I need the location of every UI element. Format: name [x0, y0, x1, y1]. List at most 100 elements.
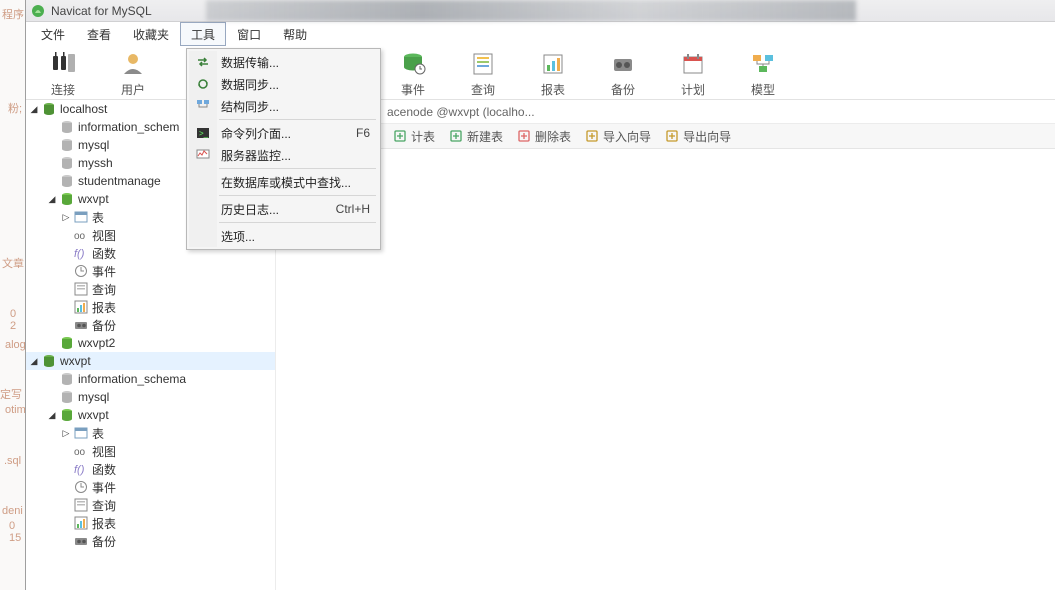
db-icon: [58, 390, 76, 404]
tree-node-报表[interactable]: 报表: [26, 298, 275, 316]
chevron-down-icon[interactable]: ◢: [46, 194, 58, 205]
tree-node-函数[interactable]: 函数: [26, 460, 275, 478]
chevron-right-icon[interactable]: ▷: [60, 212, 72, 223]
tree-node-事件[interactable]: 事件: [26, 478, 275, 496]
action-label: 计表: [411, 128, 435, 145]
toolbar-用户[interactable]: 用户: [98, 48, 168, 98]
delete-icon: [517, 129, 531, 143]
menubar: 文件查看收藏夹工具窗口帮助: [26, 22, 1055, 46]
chevron-down-icon[interactable]: ◢: [46, 410, 58, 421]
app-icon: [31, 4, 45, 18]
tree-label: wxvpt2: [78, 336, 115, 350]
action-计表[interactable]: 计表: [393, 128, 435, 145]
menu-窗口[interactable]: 窗口: [226, 22, 272, 46]
app-title: Navicat for MySQL: [51, 4, 152, 18]
export-icon: [665, 129, 679, 143]
menu-separator: [219, 195, 376, 196]
table-icon: [72, 210, 90, 224]
toolbar-连接[interactable]: 连接: [28, 48, 98, 98]
toolbar-label: 用户: [121, 81, 145, 98]
tree-node-表[interactable]: ▷表: [26, 424, 275, 442]
tree-node-wxvpt2[interactable]: wxvpt2: [26, 334, 275, 352]
gutter-text: 0 15: [9, 520, 25, 544]
tree-label: 查询: [92, 281, 116, 298]
tree-node-wxvpt[interactable]: ◢wxvpt: [26, 352, 275, 370]
menu-item-选项[interactable]: 选项...: [189, 225, 378, 247]
chevron-down-icon[interactable]: ◢: [28, 104, 40, 115]
action-删除表[interactable]: 删除表: [517, 128, 571, 145]
func-icon: [72, 462, 90, 476]
tree-node-information_schema[interactable]: information_schema: [26, 370, 275, 388]
db-icon: [58, 138, 76, 152]
tree-node-查询[interactable]: 查询: [26, 280, 275, 298]
breadcrumb-text: acenode @wxvpt (localho...: [387, 105, 535, 119]
tree-label: 表: [92, 209, 104, 226]
tree-node-事件[interactable]: 事件: [26, 262, 275, 280]
tree-node-查询[interactable]: 查询: [26, 496, 275, 514]
menu-item-历史日志[interactable]: 历史日志...Ctrl+H: [189, 198, 378, 220]
menu-工具[interactable]: 工具: [180, 22, 226, 46]
menu-item-label: 结构同步...: [221, 98, 279, 115]
toolbar-报表[interactable]: 报表: [518, 48, 588, 98]
action-导入向导[interactable]: 导入向导: [585, 128, 651, 145]
menu-item-label: 服务器监控...: [221, 147, 291, 164]
tree-label: 事件: [92, 479, 116, 496]
tree-node-视图[interactable]: 视图: [26, 442, 275, 460]
menu-item-服务器监控[interactable]: 服务器监控...: [189, 144, 378, 166]
backup-small-icon: [72, 318, 90, 332]
action-导出向导[interactable]: 导出向导: [665, 128, 731, 145]
db-open-icon: [58, 408, 76, 422]
toolbar-label: 事件: [401, 81, 425, 98]
action-label: 删除表: [535, 128, 571, 145]
gutter-text: .sql: [4, 455, 21, 467]
gutter-text: 程序: [2, 6, 24, 22]
server-icon: [40, 102, 58, 116]
menu-item-数据同步[interactable]: 数据同步...: [189, 73, 378, 95]
menu-item-在数据库或模式中查找[interactable]: 在数据库或模式中查找...: [189, 171, 378, 193]
menu-文件[interactable]: 文件: [30, 22, 76, 46]
tree-node-mysql[interactable]: mysql: [26, 388, 275, 406]
tree-label: wxvpt: [78, 192, 109, 206]
toolbar-模型[interactable]: 模型: [728, 48, 798, 98]
action-label: 导出向导: [683, 128, 731, 145]
tree-label: localhost: [60, 102, 107, 116]
action-新建表[interactable]: 新建表: [449, 128, 503, 145]
toolbar-计划[interactable]: 计划: [658, 48, 728, 98]
menu-item-label: 数据传输...: [221, 54, 279, 71]
tree-label: 视图: [92, 443, 116, 460]
menu-item-数据传输[interactable]: 数据传输...: [189, 51, 378, 73]
server-icon: [40, 354, 58, 368]
tools-menu-dropdown: 数据传输... 数据同步... 结构同步... 命令列介面...F6 服务器监控... 在…: [186, 48, 381, 250]
chevron-down-icon[interactable]: ◢: [28, 356, 40, 367]
chevron-right-icon[interactable]: ▷: [60, 428, 72, 439]
tree-label: mysql: [78, 138, 109, 152]
toolbar-事件[interactable]: 事件: [378, 48, 448, 98]
menu-收藏夹[interactable]: 收藏夹: [122, 22, 180, 46]
gutter-text: alog: [5, 339, 26, 351]
tree-node-wxvpt[interactable]: ◢wxvpt: [26, 406, 275, 424]
gutter-text: 粉;: [8, 100, 22, 116]
titlebar[interactable]: Navicat for MySQL: [26, 0, 1055, 22]
event-small-icon: [72, 480, 90, 494]
tree-node-备份[interactable]: 备份: [26, 316, 275, 334]
menu-帮助[interactable]: 帮助: [272, 22, 318, 46]
main-toolbar: 连接用户 事件 查询报表备份计划模型: [26, 46, 1055, 100]
toolbar-查询[interactable]: 查询: [448, 48, 518, 98]
gutter-text: deni: [2, 505, 23, 517]
titlebar-blur-bg: [206, 0, 856, 21]
event-icon: [400, 48, 426, 80]
menu-查看[interactable]: 查看: [76, 22, 122, 46]
query-small-icon: [72, 498, 90, 512]
gutter-text: otim: [5, 404, 26, 416]
tree-node-报表[interactable]: 报表: [26, 514, 275, 532]
db-open-icon: [58, 336, 76, 350]
menu-item-命令列介面[interactable]: 命令列介面...F6: [189, 122, 378, 144]
menu-item-结构同步[interactable]: 结构同步...: [189, 95, 378, 117]
table-icon: [72, 426, 90, 440]
backup-icon: [610, 48, 636, 80]
user-icon: [120, 48, 146, 80]
tree-node-备份[interactable]: 备份: [26, 532, 275, 550]
backup-small-icon: [72, 534, 90, 548]
struct-sync-icon: [195, 98, 211, 114]
toolbar-备份[interactable]: 备份: [588, 48, 658, 98]
